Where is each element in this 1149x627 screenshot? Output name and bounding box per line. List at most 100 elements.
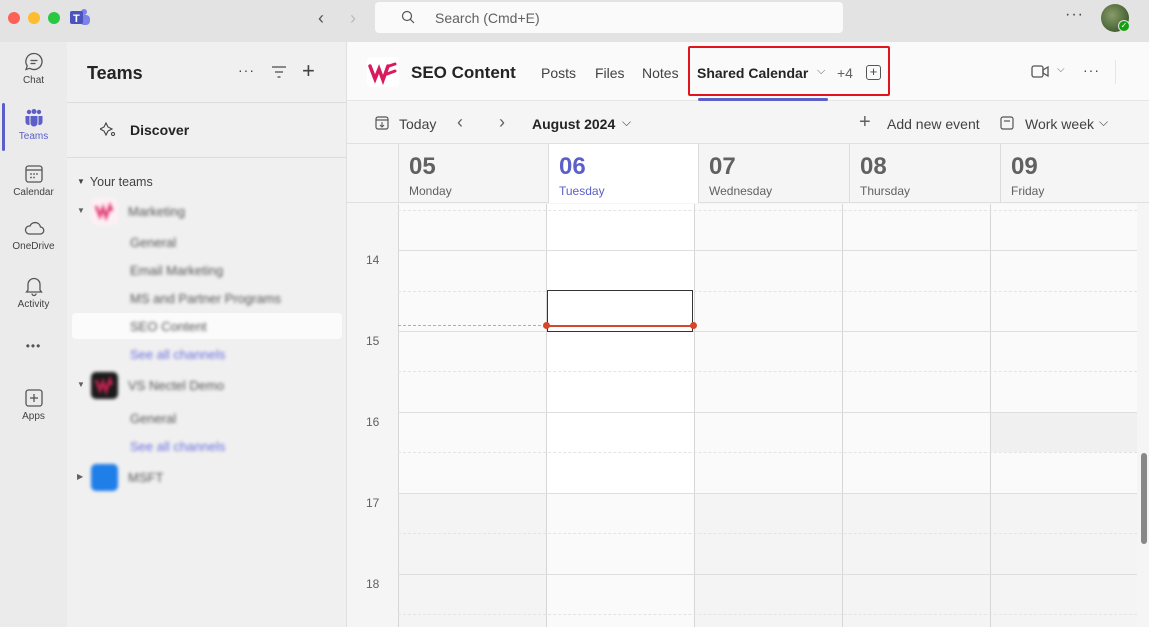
rail-item-teams[interactable]: Teams [0, 107, 67, 159]
teams-logo-icon: T [70, 9, 90, 25]
day-column-header-today[interactable]: 06 Tuesday [548, 144, 698, 203]
rail-label: Chat [22, 75, 45, 86]
tab-posts[interactable]: Posts [541, 65, 576, 81]
rail-item-onedrive[interactable]: OneDrive [0, 217, 67, 269]
half-hour-line [398, 533, 1137, 534]
hour-line [398, 250, 1137, 251]
hour-line [398, 493, 1137, 494]
rail-item-apps[interactable]: Apps [0, 387, 67, 439]
plus-icon[interactable]: + [859, 111, 871, 134]
link-label: See all channels [130, 347, 226, 362]
rail-label: Teams [18, 131, 49, 142]
sparkle-icon [100, 121, 115, 137]
rail-item-chat[interactable]: Chat [0, 51, 67, 103]
rail-item-calendar[interactable]: Calendar [0, 163, 67, 215]
more-options-icon[interactable]: ··· [238, 62, 255, 78]
close-window-button[interactable] [8, 12, 20, 24]
current-time-dot [543, 322, 550, 329]
presence-available-icon: ✓ [1118, 20, 1130, 32]
day-column-tuesday[interactable] [546, 204, 694, 627]
tab-notes[interactable]: Notes [642, 65, 679, 81]
add-new-event-button[interactable]: Add new event [887, 116, 980, 132]
bell-icon [24, 277, 43, 297]
half-hour-line [398, 614, 1137, 615]
search-placeholder: Search (Cmd+E) [435, 10, 540, 26]
discover-button[interactable]: Discover [67, 103, 346, 158]
tab-files[interactable]: Files [595, 65, 625, 81]
current-time-guide [398, 325, 546, 326]
hour-line [398, 412, 1137, 413]
team-avatar [91, 372, 118, 399]
team-marketing[interactable]: ▼ Marketing [77, 198, 342, 226]
day-number: 07 [709, 153, 736, 180]
zoom-window-button[interactable] [48, 12, 60, 24]
view-icon [1000, 116, 1014, 130]
link-label: See all channels [130, 439, 226, 454]
day-number: 08 [860, 153, 887, 180]
rail-label: Apps [22, 411, 45, 422]
team-msft[interactable]: ▶ MSFT [77, 464, 342, 492]
day-column-monday[interactable] [398, 204, 546, 627]
filter-icon[interactable] [271, 65, 287, 79]
today-button[interactable]: Today [399, 116, 436, 132]
channel-label: General [130, 235, 177, 250]
more-options-icon[interactable]: ··· [1065, 6, 1084, 24]
day-number: 05 [409, 153, 436, 180]
day-column-header[interactable]: 07 Wednesday [698, 144, 849, 203]
channel-label: MS and Partner Programs [130, 291, 282, 306]
teams-panel-title: Teams [87, 63, 143, 83]
chevron-down-icon[interactable]: ⌵ [622, 115, 631, 130]
today-icon [375, 116, 389, 130]
channel-logo-icon [367, 57, 399, 87]
team-avatar [91, 464, 118, 491]
back-button[interactable]: ‹ [311, 8, 331, 28]
teams-panel-header: Teams ··· + [67, 42, 346, 103]
chevron-down-icon[interactable]: ⌵ [1099, 115, 1108, 130]
your-teams-section[interactable]: ▼ Your teams [77, 175, 153, 189]
day-name: Monday [409, 184, 452, 198]
team-vs-nectel-demo[interactable]: ▼ VS Nectel Demo [77, 372, 342, 400]
previous-week-button[interactable]: ‹ [457, 112, 463, 133]
calendar-toolbar: Today ‹ › August 2024 ⌵ + Add new event … [347, 102, 1149, 144]
channel-email-marketing[interactable]: Email Marketing [72, 257, 342, 283]
highlight-annotation [688, 46, 890, 96]
see-all-channels-link[interactable]: See all channels [72, 433, 342, 459]
rail-item-activity[interactable]: Activity [0, 275, 67, 327]
rail-label: OneDrive [12, 241, 55, 252]
channel-ms-partner-programs[interactable]: MS and Partner Programs [72, 285, 342, 311]
more-apps-button[interactable]: ••• [0, 339, 67, 359]
chevron-down-icon[interactable]: ⌵ [1057, 64, 1065, 75]
day-column-wednesday[interactable] [694, 204, 842, 627]
section-label: Your teams [89, 175, 153, 189]
more-options-icon[interactable]: ··· [1083, 62, 1100, 78]
day-column-thursday[interactable] [842, 204, 990, 627]
day-column-header[interactable]: 08 Thursday [849, 144, 1000, 203]
see-all-channels-link[interactable]: See all channels [72, 341, 342, 367]
channel-general[interactable]: General [72, 405, 342, 431]
channel-seo-content[interactable]: SEO Content [72, 313, 342, 339]
hour-label: 17 [366, 496, 380, 510]
vertical-scrollbar[interactable] [1141, 453, 1147, 544]
day-column-friday[interactable] [990, 204, 1137, 627]
day-number: 09 [1011, 153, 1038, 180]
add-team-button[interactable]: + [302, 60, 315, 82]
minimize-window-button[interactable] [28, 12, 40, 24]
video-call-icon[interactable] [1031, 65, 1049, 78]
channel-general[interactable]: General [72, 229, 342, 255]
forward-button[interactable]: › [343, 8, 363, 28]
discover-label: Discover [130, 122, 190, 138]
channel-label: SEO Content [130, 319, 207, 334]
apps-icon [24, 389, 43, 407]
view-selector[interactable]: Work week [1025, 116, 1094, 132]
day-column-header[interactable]: 09 Friday [1000, 144, 1149, 203]
month-picker[interactable]: August 2024 [532, 116, 615, 132]
search-input[interactable]: Search (Cmd+E) [375, 2, 843, 33]
current-time-line [546, 325, 694, 327]
day-column-header[interactable]: 05 Monday [398, 144, 548, 203]
day-name: Thursday [860, 184, 911, 198]
next-week-button[interactable]: › [499, 112, 505, 133]
search-icon [401, 10, 415, 24]
app-rail: Chat Teams Calendar OneDrive Activity ••… [0, 42, 67, 627]
day-number: 06 [559, 153, 586, 180]
cloud-icon [24, 221, 44, 235]
